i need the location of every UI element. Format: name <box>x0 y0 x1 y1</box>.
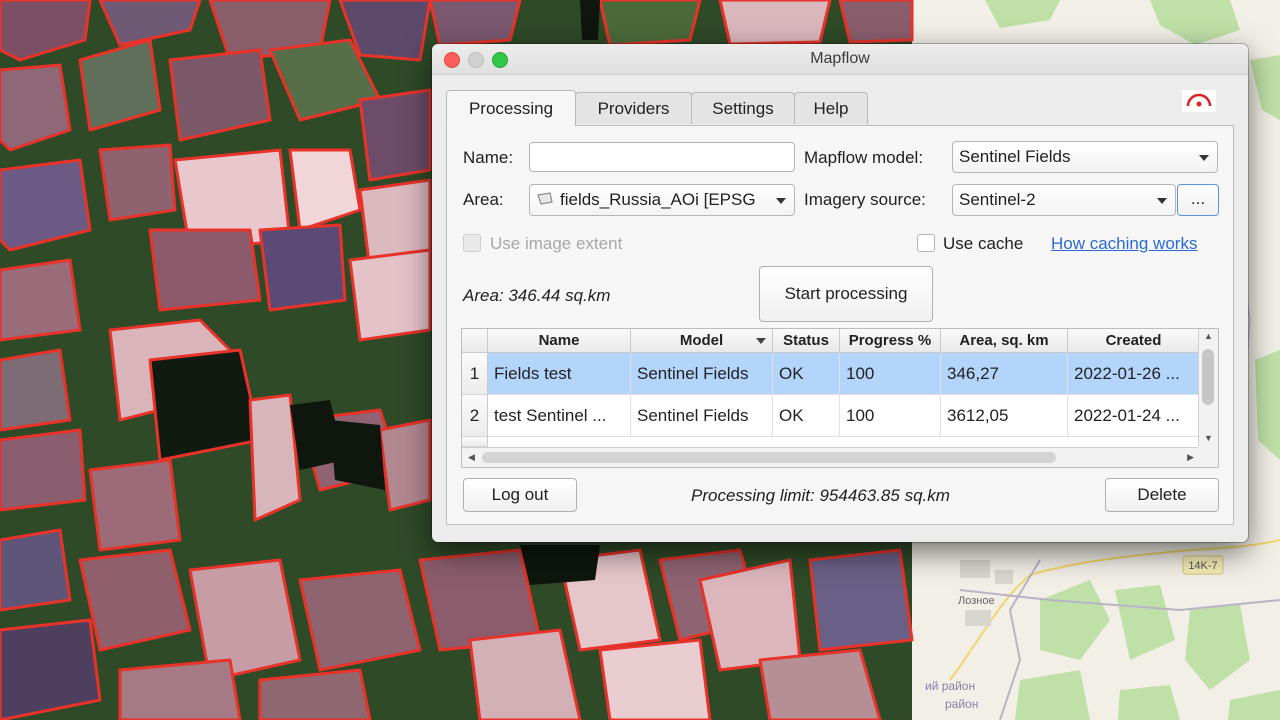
chevron-down-icon <box>776 198 786 204</box>
cell-progress: 100 <box>840 353 941 395</box>
processings-table: Name Model Status Progress % Area, sq. k… <box>461 328 1219 468</box>
sort-down-icon <box>756 338 766 344</box>
area-info-text: Area: 346.44 sq.km <box>463 286 611 305</box>
district-label-1: ий район <box>925 679 975 693</box>
use-image-extent-label: Use image extent <box>490 234 623 253</box>
imagery-source-select[interactable]: Sentinel-2 <box>952 184 1176 216</box>
table-corner <box>462 329 488 353</box>
cell-model: Sentinel Fields <box>631 353 773 395</box>
table-row[interactable]: Fields test Sentinel Fields OK 100 346,2… <box>488 353 1200 395</box>
use-cache-label: Use cache <box>943 234 1024 253</box>
cell-name: test Sentinel ... <box>488 395 631 437</box>
cell-area: 3612,05 <box>941 395 1068 437</box>
area-label: Area: <box>463 190 504 209</box>
row-header[interactable]: 1 <box>462 353 488 395</box>
scrollbar-corner <box>1198 447 1218 467</box>
delete-button[interactable]: Delete <box>1105 478 1219 512</box>
chevron-down-icon <box>1157 198 1167 204</box>
mapflow-dialog: Mapflow Processing Providers Settings He… <box>432 44 1248 542</box>
column-header-name[interactable]: Name <box>488 329 631 353</box>
tab-help[interactable]: Help <box>794 92 868 124</box>
start-processing-button[interactable]: Start processing <box>759 266 933 322</box>
name-label: Name: <box>463 148 514 167</box>
scroll-right-icon[interactable]: ▶ <box>1187 452 1194 463</box>
cell-model: Sentinel Fields <box>631 395 773 437</box>
district-label-2: район <box>945 697 978 711</box>
cell-status: OK <box>773 353 840 395</box>
mapflow-logo-icon <box>1182 90 1216 112</box>
name-input[interactable] <box>529 142 795 172</box>
vertical-scroll-thumb[interactable] <box>1202 349 1214 405</box>
column-header-model-label: Model <box>679 332 724 349</box>
imagery-source-value: Sentinel-2 <box>959 190 1036 209</box>
table-row[interactable]: test Sentinel ... Sentinel Fields OK 100… <box>488 395 1200 437</box>
mapflow-model-value: Sentinel Fields <box>959 147 1071 166</box>
mapflow-model-label: Mapflow model: <box>804 148 924 167</box>
column-header-area[interactable]: Area, sq. km <box>941 329 1068 353</box>
use-image-extent-checkbox[interactable] <box>463 234 481 252</box>
horizontal-scrollbar[interactable]: ◀ ▶ <box>462 447 1200 467</box>
polygon-layer-icon <box>536 186 554 215</box>
scroll-left-icon[interactable]: ◀ <box>468 452 475 463</box>
cell-status: OK <box>773 395 840 437</box>
column-header-model[interactable]: Model <box>631 329 773 353</box>
processing-limit-text: Processing limit: 954463.85 sq.km <box>691 486 950 505</box>
use-cache-checkbox[interactable] <box>917 234 935 252</box>
tab-settings[interactable]: Settings <box>691 92 795 124</box>
area-value: fields_Russia_AOi [EPSG <box>560 190 756 209</box>
cell-name: Fields test <box>488 353 631 395</box>
vertical-scrollbar[interactable]: ▲ ▼ <box>1198 329 1218 447</box>
road-tag-label: 14K-7 <box>1188 560 1217 572</box>
column-header-status[interactable]: Status <box>773 329 840 353</box>
mapflow-model-select[interactable]: Sentinel Fields <box>952 141 1218 173</box>
village-label: Лозное <box>958 595 995 607</box>
window-title: Mapflow <box>810 50 870 67</box>
imagery-options-button[interactable]: ... <box>1177 184 1219 216</box>
scroll-up-icon[interactable]: ▲ <box>1204 331 1213 341</box>
scroll-down-icon[interactable]: ▼ <box>1204 433 1213 443</box>
cell-area: 346,27 <box>941 353 1068 395</box>
imagery-source-label: Imagery source: <box>804 190 926 209</box>
column-header-progress[interactable]: Progress % <box>840 329 941 353</box>
how-caching-works-link[interactable]: How caching works <box>1051 234 1197 254</box>
row-header[interactable]: 2 <box>462 395 488 437</box>
log-out-button[interactable]: Log out <box>463 478 577 512</box>
cell-created: 2022-01-24 ... <box>1068 395 1200 437</box>
window-titlebar[interactable]: Mapflow <box>432 44 1248 75</box>
column-header-created[interactable]: Created <box>1068 329 1200 353</box>
chevron-down-icon <box>1199 155 1209 161</box>
area-select[interactable]: fields_Russia_AOi [EPSG <box>529 184 795 216</box>
cell-progress: 100 <box>840 395 941 437</box>
horizontal-scroll-thumb[interactable] <box>482 452 1056 463</box>
tab-processing[interactable]: Processing <box>446 90 576 126</box>
processing-panel: Name: Mapflow model: Sentinel Fields Are… <box>446 125 1234 525</box>
cell-created: 2022-01-26 ... <box>1068 353 1200 395</box>
row-header <box>462 437 488 447</box>
tab-providers[interactable]: Providers <box>575 92 692 124</box>
